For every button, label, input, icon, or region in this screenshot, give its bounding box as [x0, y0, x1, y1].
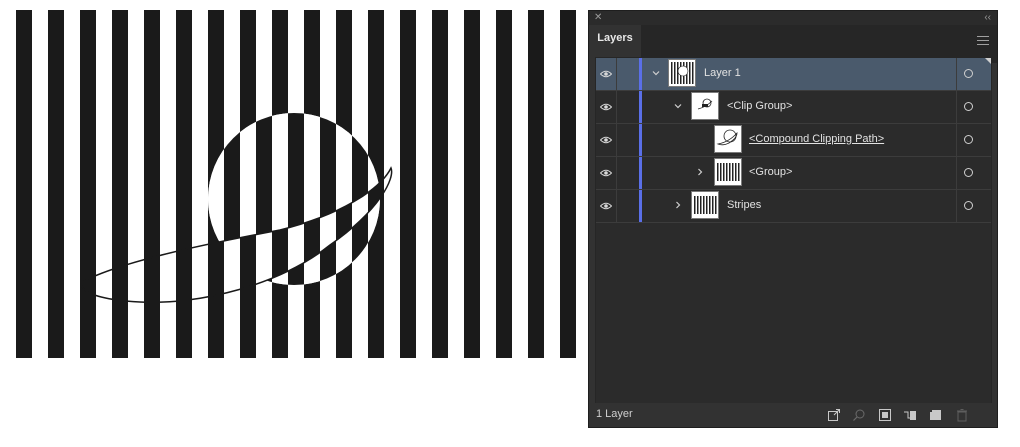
chevron-right-icon[interactable]	[672, 199, 684, 211]
layer-thumbnail	[691, 92, 719, 120]
close-icon[interactable]: ✕	[594, 11, 602, 25]
layer-name[interactable]: Stripes	[727, 199, 761, 211]
lock-toggle[interactable]	[617, 190, 640, 222]
layer-color-bar	[639, 190, 642, 222]
lock-toggle[interactable]	[617, 58, 640, 90]
delete-icon[interactable]	[955, 408, 969, 422]
visibility-toggle[interactable]	[596, 157, 617, 189]
layer-name[interactable]: <Compound Clipping Path>	[749, 133, 884, 145]
target-circle-icon	[964, 168, 973, 177]
artwork-canvas[interactable]	[0, 0, 588, 447]
target-circle-icon	[964, 102, 973, 111]
eye-icon	[600, 169, 612, 177]
target-circle-icon	[964, 69, 973, 78]
layer-row-group[interactable]: <Group>	[596, 157, 991, 190]
layer-name[interactable]: <Clip Group>	[727, 100, 792, 112]
target-toggle[interactable]	[956, 124, 991, 156]
lock-toggle[interactable]	[617, 157, 640, 189]
layer-row-layer-1[interactable]: Layer 1	[596, 58, 991, 91]
app-window: ✕ ‹‹ Layers Layer 1 <Clip Group> <Compou…	[0, 0, 1020, 447]
layer-name[interactable]: Layer 1	[704, 67, 741, 79]
export-icon[interactable]	[827, 408, 841, 422]
make-clipping-mask-icon[interactable]	[878, 408, 892, 422]
panel-title-bar[interactable]: ✕ ‹‹	[589, 11, 997, 25]
target-toggle[interactable]	[956, 157, 991, 189]
lock-toggle[interactable]	[617, 124, 640, 156]
eye-icon	[600, 136, 612, 144]
layer-row-clip-group[interactable]: <Clip Group>	[596, 91, 991, 124]
target-toggle[interactable]	[956, 190, 991, 222]
layer-thumbnail	[691, 191, 719, 219]
layer-thumbnail	[714, 125, 742, 153]
layer-row-stripes[interactable]: Stripes	[596, 190, 991, 223]
new-layer-icon[interactable]	[929, 408, 943, 422]
layer-color-bar	[639, 157, 642, 189]
chevron-right-icon[interactable]	[694, 166, 706, 178]
layer-thumbnail	[668, 59, 696, 87]
eye-icon	[600, 103, 612, 111]
layer-color-bar	[639, 124, 642, 156]
layers-list: Layer 1 <Clip Group> <Compound Clipping …	[595, 57, 992, 407]
visibility-toggle[interactable]	[596, 58, 617, 90]
eye-icon	[600, 202, 612, 210]
chevron-down-icon[interactable]	[672, 100, 684, 112]
visibility-toggle[interactable]	[596, 91, 617, 123]
layers-panel: ✕ ‹‹ Layers Layer 1 <Clip Group> <Compou…	[588, 10, 998, 428]
layer-name[interactable]: <Group>	[749, 166, 792, 178]
double-chevron-left-icon[interactable]: ‹‹	[984, 11, 991, 25]
layer-count-label: 1 Layer	[596, 408, 633, 420]
target-circle-icon	[964, 201, 973, 210]
layer-color-bar	[639, 58, 642, 90]
layer-thumbnail	[714, 158, 742, 186]
chevron-down-icon[interactable]	[650, 67, 662, 79]
layer-row-compound-clipping-path[interactable]: <Compound Clipping Path>	[596, 124, 991, 157]
target-toggle[interactable]	[956, 91, 991, 123]
selection-corner-mark	[985, 58, 991, 64]
target-circle-icon	[964, 135, 973, 144]
layer-color-bar	[639, 91, 642, 123]
hamburger-menu-icon[interactable]	[977, 36, 989, 46]
create-sublayer-icon[interactable]	[903, 408, 917, 422]
eye-icon	[600, 70, 612, 78]
lock-toggle[interactable]	[617, 91, 640, 123]
visibility-toggle[interactable]	[596, 190, 617, 222]
panel-footer: 1 Layer	[589, 403, 997, 427]
locate-object-icon[interactable]	[852, 408, 866, 422]
visibility-toggle[interactable]	[596, 124, 617, 156]
